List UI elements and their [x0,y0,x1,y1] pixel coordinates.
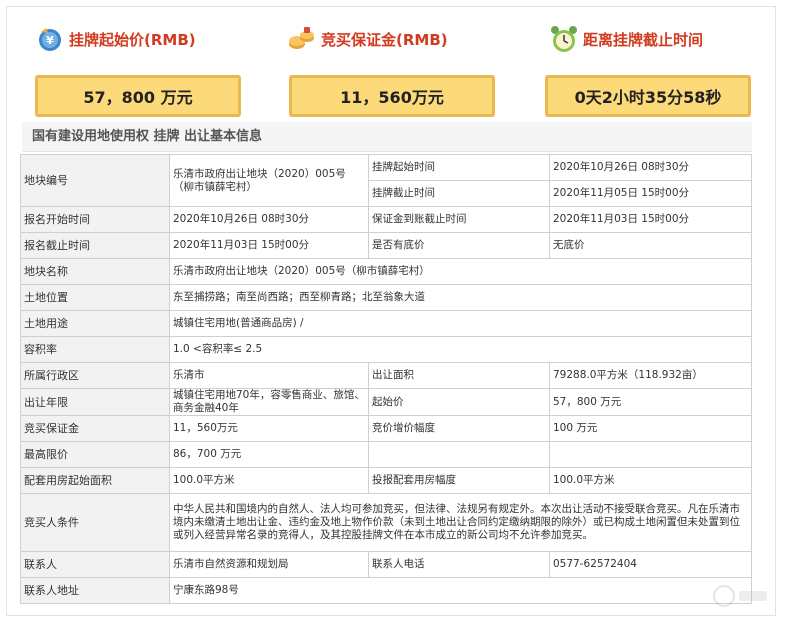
district-value: 乐清市 [169,362,369,389]
far-label: 容积率 [20,336,170,363]
listing-end-label: 挂牌截止时间 [368,180,550,207]
parcel-no-value: 乐清市政府出让地块（2020）005号（柳市镇薛宅村） [169,154,369,207]
parcel-no-label: 地块编号 [20,154,170,207]
max-price-value: 86，700 万元 [169,441,369,468]
housing-increment-value: 100.0平方米 [549,467,752,494]
deposit-deadline-label: 保证金到账截止时间 [368,206,550,233]
location-value: 东至捕捞路；南至尚西路；西至柳青路；北至翁象大道 [169,284,752,311]
reg-start-value: 2020年10月26日 08时30分 [169,206,369,233]
location-label: 土地位置 [20,284,170,311]
district-label: 所属行政区 [20,362,170,389]
contact-label: 联系人 [20,551,170,578]
bid-deposit-label: 竞买保证金 [20,415,170,442]
start-price-value: 57，800 万元 [35,75,241,117]
bid-deposit-value: 11，560万元 [169,415,369,442]
parcel-name-label: 地块名称 [20,258,170,285]
start-price-label: 起始价 [368,388,550,416]
address-value: 宁康东路98号 [169,577,752,604]
area-label: 出让面积 [368,362,550,389]
start-price-card: ¥ 挂牌起始价(RMB) 57，800 万元 [21,19,241,119]
watermark-logo [713,585,767,607]
listing-end-value: 2020年11月05日 15时00分 [549,180,752,207]
term-value: 城镇住宅用地70年，容零售商业、旅馆、商务金融40年 [169,388,369,416]
svg-text:¥: ¥ [46,34,54,47]
alarm-clock-icon [551,26,577,52]
deposit-deadline-value: 2020年11月03日 15时00分 [549,206,752,233]
start-price-title: 挂牌起始价(RMB) [69,30,196,49]
housing-area-value: 100.0平方米 [169,467,369,494]
summary-bar: ¥ 挂牌起始价(RMB) 57，800 万元 竞买保证金(RMB) 11，560… [21,19,773,119]
countdown-title: 距离挂牌截止时间 [583,30,704,49]
deposit-value: 11，560万元 [289,75,495,117]
housing-area-label: 配套用房起始面积 [20,467,170,494]
reg-start-label: 报名开始时间 [20,206,170,233]
bidder-cond-label: 竞买人条件 [20,493,170,552]
reg-end-label: 报名截止时间 [20,232,170,259]
phone-value: 0577-62572404 [549,551,752,578]
phone-label: 联系人电话 [368,551,550,578]
coins-icon [289,27,314,49]
max-price-label: 最高限价 [20,441,170,468]
housing-increment-label: 投报配套用房幅度 [368,467,550,494]
use-value: 城镇住宅用地(普通商品房) / [169,310,752,337]
increment-label: 竞价增价幅度 [368,415,550,442]
listing-start-label: 挂牌起始时间 [368,154,550,181]
reg-end-value: 2020年11月03日 15时00分 [169,232,369,259]
area-value: 79288.0平方米（118.932亩） [549,362,752,389]
deposit-title: 竞买保证金(RMB) [321,30,448,49]
reserve-label: 是否有底价 [368,232,550,259]
use-label: 土地用途 [20,310,170,337]
land-info-table: 地块编号 乐清市政府出让地块（2020）005号（柳市镇薛宅村） 挂牌起始时间 … [20,154,752,604]
listing-start-value: 2020年10月26日 08时30分 [549,154,752,181]
term-label: 出让年限 [20,388,170,416]
contact-value: 乐清市自然资源和规划局 [169,551,369,578]
increment-value: 100 万元 [549,415,752,442]
start-price-table-value: 57，800 万元 [549,388,752,416]
countdown-value: 0天2小时35分58秒 [545,75,751,117]
money-bag-icon: ¥ [39,28,61,51]
deposit-card: 竞买保证金(RMB) 11，560万元 [287,19,497,119]
reserve-value: 无底价 [549,232,752,259]
section-title: 国有建设用地使用权 挂牌 出让基本信息 [22,122,752,152]
bidder-cond-value: 中华人民共和国境内的自然人、法人均可参加竞买，但法律、法规另有规定外。本次出让活… [169,493,752,552]
far-value: 1.0 <容积率≤ 2.5 [169,336,752,363]
countdown-card: 距离挂牌截止时间 0天2小时35分58秒 [541,19,751,119]
parcel-name-value: 乐清市政府出让地块（2020）005号（柳市镇薛宅村） [169,258,752,285]
address-label: 联系人地址 [20,577,170,604]
